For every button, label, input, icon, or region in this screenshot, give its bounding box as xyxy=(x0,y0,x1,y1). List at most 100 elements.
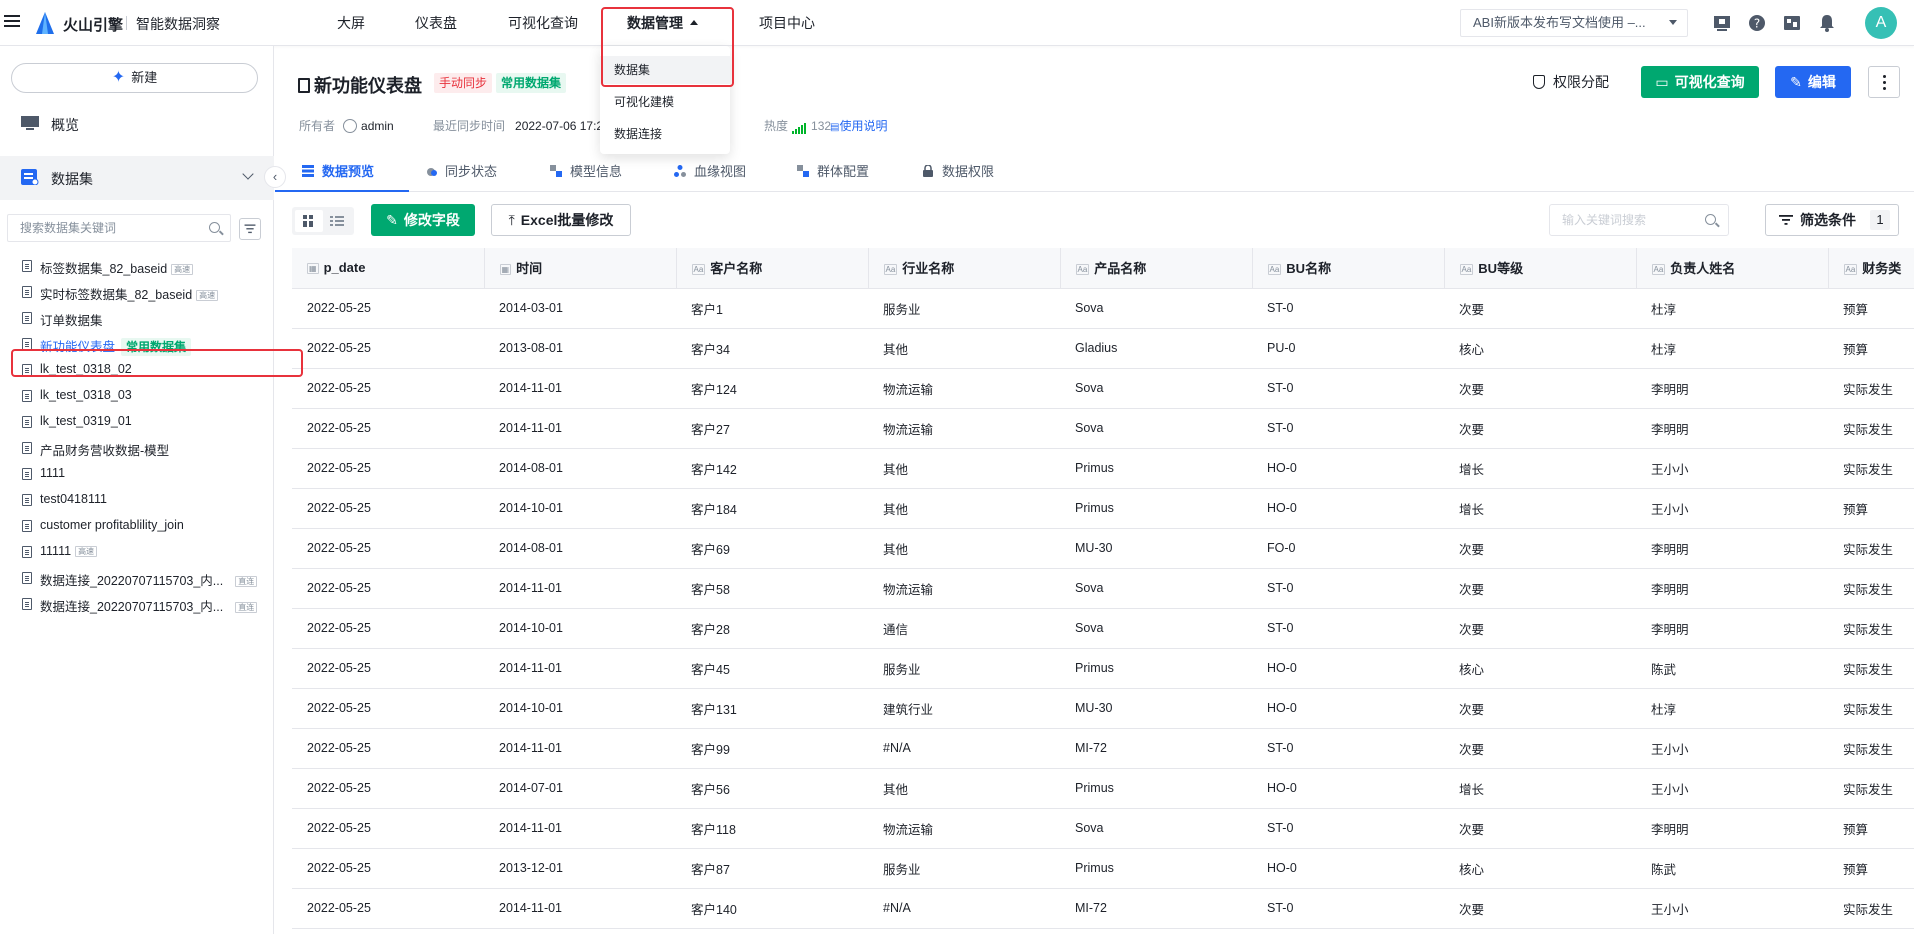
table-cell: HO-0 xyxy=(1252,488,1444,529)
dropdown-item-datasets[interactable]: 数据集 xyxy=(600,56,730,84)
new-button[interactable]: ✦ 新建 xyxy=(11,63,258,93)
grid-icon xyxy=(302,165,314,177)
nav-item-data-management[interactable]: 数据管理 xyxy=(627,13,698,33)
help-icon[interactable]: ? xyxy=(1747,13,1767,33)
dataset-list-item[interactable]: test0418111 xyxy=(22,489,270,513)
dataset-list-item-active[interactable]: 新功能仪表盘 常用数据集 xyxy=(22,333,270,357)
table-row[interactable]: 2022-05-25 2013-08-01 客户34 其他 Gladius PU-0 核心杜… xyxy=(292,328,1914,369)
menu-icon[interactable] xyxy=(4,12,20,32)
table-cell: #N/A xyxy=(868,728,1060,769)
column-header-bu-level[interactable]: Aa BU等级 xyxy=(1444,248,1637,289)
dataset-list-item[interactable]: 11111 高速 xyxy=(22,541,270,565)
table-row[interactable]: 2022-05-25 2014-10-01 客户28 通信 Sova ST-0 次要 李明明实… xyxy=(292,608,1914,649)
cloud-sync-icon xyxy=(427,168,437,176)
dataset-name: customer profitablility_join xyxy=(40,518,184,532)
column-header-owner-name[interactable]: Aa 负责人姓名 xyxy=(1636,248,1829,289)
dataset-list-item[interactable]: 1111 xyxy=(22,463,270,487)
tab-data-permission[interactable]: 数据权限 xyxy=(922,152,994,192)
user-avatar[interactable]: A xyxy=(1865,7,1897,39)
table-row[interactable]: 2022-05-25 2014-07-01 客户56 其他 Primus HO-0 增长 王小… xyxy=(292,768,1914,809)
column-header-product[interactable]: Aa 产品名称 xyxy=(1060,248,1253,289)
chevron-down-icon[interactable] xyxy=(242,168,254,180)
table-cell: 客户118 xyxy=(676,808,868,849)
table-row[interactable]: 2022-05-25 2014-08-01 客户142 其他 Primus HO-0 增长王… xyxy=(292,448,1914,489)
table-row[interactable]: 2022-05-25 2014-10-01 客户131 建筑行业 MU-30 HO-0 次要… xyxy=(292,688,1914,729)
column-header-customer[interactable]: Aa 客户名称 xyxy=(676,248,869,289)
nav-item-dashboard[interactable]: 仪表盘 xyxy=(415,13,457,33)
nav-item-visual-query[interactable]: 可视化查询 xyxy=(508,13,578,33)
table-row[interactable]: 2022-05-25 2014-08-01 客户69 其他 MU-30 FO-0 次要 李明明… xyxy=(292,528,1914,569)
dropdown-item-data-connection[interactable]: 数据连接 xyxy=(600,120,730,148)
dataset-list-item[interactable]: 产品财务营收数据-模型 xyxy=(22,437,270,461)
table-row[interactable]: 2022-05-25 2014-11-01 客户124 物流运输 Sova ST-0 次要李… xyxy=(292,368,1914,409)
card-view-icon[interactable] xyxy=(295,210,323,232)
visual-query-button[interactable]: ▭ 可视化查询 xyxy=(1641,66,1759,98)
table-row[interactable]: 2022-05-25 2014-11-01 客户58 物流运输 Sova ST-0 次要 李明… xyxy=(292,568,1914,609)
sidebar-item-label: 数据集 xyxy=(51,171,93,187)
table-row[interactable]: 2022-05-25 2014-11-01 客户118 物流运输 Sova ST-0 次要李… xyxy=(292,808,1914,849)
keyword-search-placeholder: 输入关键词搜索 xyxy=(1562,213,1647,227)
dataset-list-item[interactable]: lk_test_0318_03 xyxy=(22,385,270,409)
brand-name: 火山引擎 xyxy=(63,17,124,34)
table-cell: 其他 xyxy=(868,768,1060,809)
tab-group-config[interactable]: 群体配置 xyxy=(797,152,869,192)
heat-label: 热度 xyxy=(764,119,789,133)
more-button[interactable] xyxy=(1868,66,1900,98)
table-cell: Sova xyxy=(1060,568,1252,609)
tab-sync-status[interactable]: 同步状态 xyxy=(425,152,497,192)
table-cell: 2014-08-01 xyxy=(484,448,676,489)
dataset-list-item[interactable]: 订单数据集 xyxy=(22,307,270,331)
table-cell: ST-0 xyxy=(1252,608,1444,649)
table-cell: PU-0 xyxy=(1252,328,1444,369)
table-row[interactable]: 2022-05-25 2014-11-01 客户99 #N/A MI-72 ST-0 次要王… xyxy=(292,728,1914,769)
owner-avatar-icon xyxy=(343,119,358,133)
table-row[interactable]: 2022-05-25 2014-10-01 客户184 其他 Primus HO-0 增长王… xyxy=(292,488,1914,529)
tab-bar: 数据预览 同步状态 模型信息 血缘视图 群体配置 数据权限 xyxy=(275,152,1914,192)
table-row[interactable]: 2022-05-25 2014-11-01 客户27 物流运输 Sova ST-0 次要 李明… xyxy=(292,408,1914,449)
announcement-select[interactable]: ABI新版本发布写文档使用 –... xyxy=(1460,9,1688,37)
column-header-label: 负责人姓名 xyxy=(1670,261,1736,277)
excel-batch-edit-button[interactable]: ⤒ Excel批量修改 xyxy=(491,204,631,236)
dataset-list-item[interactable]: 实时标签数据集_82_baseid 高速 xyxy=(22,281,270,305)
help-link[interactable]: ▤使用说明 xyxy=(830,117,887,134)
sidebar-item-overview[interactable]: 概览 xyxy=(0,102,274,146)
keyword-search-input[interactable]: 输入关键词搜索 xyxy=(1549,204,1729,236)
dataset-list-item[interactable]: lk_test_0319_01 xyxy=(22,411,270,435)
tab-lineage-view[interactable]: 血缘视图 xyxy=(674,152,746,192)
dataset-list-item[interactable]: 数据连接_20220707115703_内... 直连 xyxy=(22,567,270,591)
table-row[interactable]: 2022-05-25 2014-03-01 客户1 服务业 Sova ST-0 次要 杜淳 预算 xyxy=(292,288,1914,329)
tab-data-preview[interactable]: 数据预览 xyxy=(302,152,374,192)
table-cell: 实际发生 xyxy=(1828,688,1914,729)
dropdown-item-visual-modeling[interactable]: 可视化建模 xyxy=(600,88,730,116)
table-cell: MU-30 xyxy=(1060,528,1252,569)
sidebar-item-datasets[interactable]: 数据集 xyxy=(0,156,274,200)
column-header-p-date[interactable]: ▦ p_date xyxy=(292,248,485,289)
dataset-list-item[interactable]: customer profitablility_join xyxy=(22,515,270,539)
edit-fields-button[interactable]: ✎ 修改字段 xyxy=(371,204,475,236)
filter-conditions-button[interactable]: 筛选条件 1 xyxy=(1765,204,1899,236)
monitor-icon[interactable] xyxy=(1712,13,1732,33)
column-header-industry[interactable]: Aa 行业名称 xyxy=(868,248,1061,289)
table-row[interactable]: 2022-05-25 2014-11-01 客户140 #N/A MI-72 ST-0 次要… xyxy=(292,888,1914,929)
document-icon xyxy=(298,78,310,93)
column-header-time[interactable]: ▦ 时间 xyxy=(484,248,677,289)
dataset-list-item[interactable]: 标签数据集_82_baseid 高速 xyxy=(22,255,270,279)
table-row[interactable]: 2022-05-25 2013-12-01 客户87 服务业 Primus HO-0 核心陈… xyxy=(292,848,1914,889)
table-cell: HO-0 xyxy=(1252,848,1444,889)
tab-model-info[interactable]: 模型信息 xyxy=(550,152,622,192)
list-view-icon[interactable] xyxy=(323,210,351,232)
column-header-finance-type[interactable]: Aa 财务类 xyxy=(1828,248,1914,289)
filter-icon[interactable] xyxy=(239,218,261,240)
dataset-list-item[interactable]: lk_test_0318_02 xyxy=(22,359,270,383)
table-row[interactable]: 2022-05-25 2014-11-01 客户45 服务业 Primus HO-0 核心陈… xyxy=(292,648,1914,689)
edit-button[interactable]: ✎ 编辑 xyxy=(1775,66,1851,98)
nav-item-project-center[interactable]: 项目中心 xyxy=(759,13,815,33)
nav-item-dashboard-screen[interactable]: 大屏 xyxy=(337,13,365,33)
column-header-bu-name[interactable]: Aa BU名称 xyxy=(1252,248,1445,289)
language-icon[interactable] xyxy=(1782,13,1802,33)
dataset-search-input[interactable]: 搜索数据集关键词 xyxy=(7,214,231,242)
dataset-list-item[interactable]: 数据连接_20220707115703_内... 直连 xyxy=(22,593,270,617)
bell-icon[interactable] xyxy=(1817,13,1837,33)
table-cell: 客户27 xyxy=(676,408,868,449)
permission-button[interactable]: 权限分配 xyxy=(1533,66,1609,98)
